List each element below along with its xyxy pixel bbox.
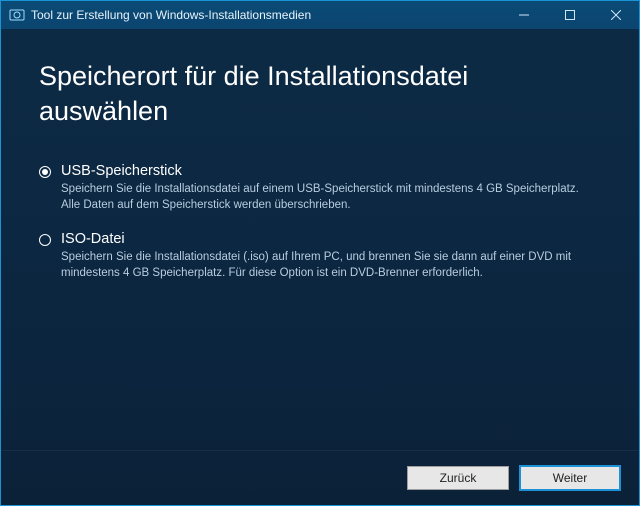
window-title: Tool zur Erstellung von Windows-Installa… — [31, 8, 311, 22]
wizard-content: Speicherort für die Installationsdatei a… — [1, 29, 639, 450]
minimize-button[interactable] — [501, 1, 547, 29]
close-button[interactable] — [593, 1, 639, 29]
wizard-window: Tool zur Erstellung von Windows-Installa… — [0, 0, 640, 506]
page-heading: Speicherort für die Installationsdatei a… — [39, 59, 601, 129]
media-creation-icon — [9, 7, 25, 23]
minimize-icon — [519, 10, 529, 20]
option-usb-desc: Speichern Sie die Installationsdatei auf… — [61, 181, 591, 213]
back-button[interactable]: Zurück — [407, 466, 509, 490]
option-usb[interactable]: USB-Speicherstick Speichern Sie die Inst… — [39, 163, 601, 213]
radio-usb[interactable] — [39, 166, 51, 178]
wizard-footer: Zurück Weiter — [1, 450, 639, 505]
option-iso[interactable]: ISO-Datei Speichern Sie die Installation… — [39, 231, 601, 281]
titlebar: Tool zur Erstellung von Windows-Installa… — [1, 1, 639, 29]
close-icon — [611, 10, 621, 20]
radio-iso[interactable] — [39, 234, 51, 246]
next-button[interactable]: Weiter — [519, 465, 621, 491]
option-usb-title: USB-Speicherstick — [61, 163, 591, 179]
maximize-button[interactable] — [547, 1, 593, 29]
maximize-icon — [565, 10, 575, 20]
option-iso-desc: Speichern Sie die Installationsdatei (.i… — [61, 249, 591, 281]
option-iso-title: ISO-Datei — [61, 231, 591, 247]
